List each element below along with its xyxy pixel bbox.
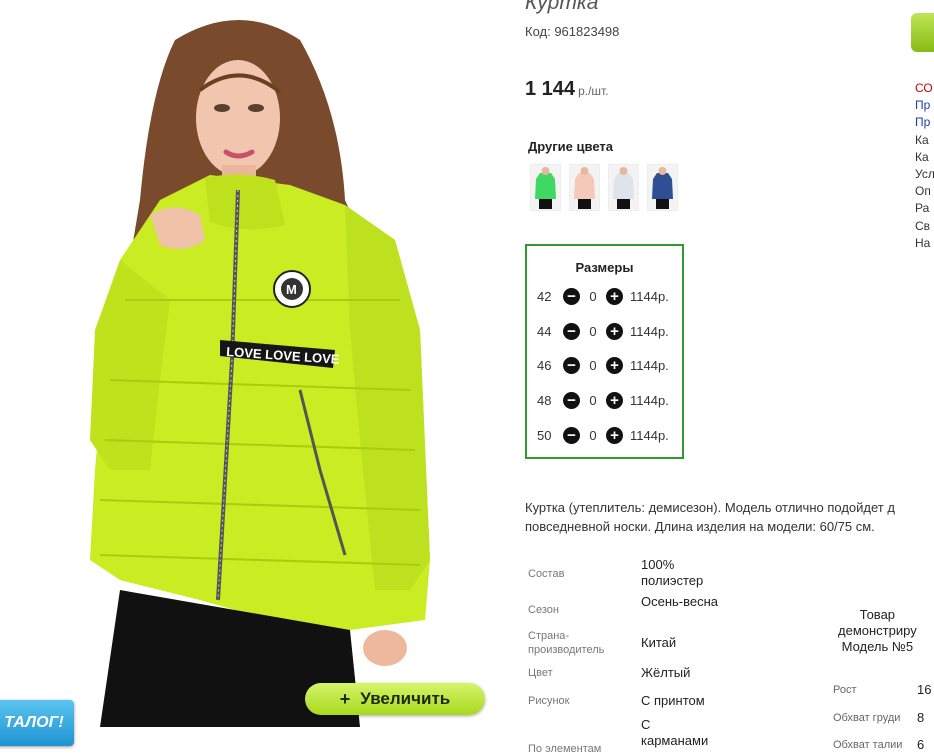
swatch-green[interactable] <box>530 164 561 211</box>
property-value: С принтом <box>641 693 705 708</box>
jacket-model-image: LOVE LOVE LOVE M <box>0 0 497 727</box>
property-label: Цвет <box>528 667 553 679</box>
plus-icon[interactable]: + <box>606 287 623 305</box>
property-value: С карманами <box>641 717 709 748</box>
price-unit: р./шт. <box>578 84 609 98</box>
product-code: Код: 961823498 <box>525 24 620 39</box>
size-row: 46 − 0 + 1144р. <box>537 355 669 375</box>
right-item: Ра <box>915 201 930 216</box>
size-price: 1144р. <box>630 323 669 339</box>
property-value: Осень-весна <box>641 594 719 609</box>
size-row: 44 − 0 + 1144р. <box>537 321 669 341</box>
property-label: Состав <box>528 568 565 580</box>
catalog-tab-label: ТАЛОГ! <box>4 714 64 731</box>
minus-icon[interactable]: − <box>563 356 580 374</box>
size-label: 46 <box>537 357 552 373</box>
minus-icon[interactable]: − <box>563 426 580 444</box>
sizes-panel: Размеры 42 − 0 + 1144р. 44 − 0 + 1144р. … <box>525 244 684 459</box>
swatch-white[interactable] <box>608 164 639 211</box>
minus-icon[interactable]: − <box>563 287 580 305</box>
size-label: 44 <box>537 323 552 339</box>
measurement-label: Обхват груди <box>833 712 901 724</box>
size-row: 50 − 0 + 1144р. <box>537 425 669 445</box>
model-info-line: Модель №5 <box>841 639 914 654</box>
right-info-column: СО Пр Пр Ка Ка Усл Оп Ра Св На <box>915 80 934 252</box>
add-to-cart-button[interactable] <box>911 13 934 52</box>
right-item: Оп <box>915 184 931 199</box>
catalog-tab[interactable]: ТАЛОГ! <box>0 700 74 746</box>
sizes-title: Размеры <box>575 260 634 275</box>
right-item: СО <box>915 81 933 95</box>
size-quantity: 0 <box>589 392 597 408</box>
right-item: Ка <box>915 149 929 164</box>
size-label: 42 <box>537 288 552 304</box>
right-item: Усл <box>915 167 934 182</box>
description-line: Куртка (утеплитель: демисезон). Модель о… <box>525 500 895 515</box>
minus-icon[interactable]: − <box>563 391 580 409</box>
product-photo[interactable]: LOVE LOVE LOVE M + Увеличить <box>0 0 497 727</box>
right-item: На <box>915 235 931 250</box>
size-label: 48 <box>537 392 552 408</box>
right-link[interactable]: Пр <box>915 97 934 114</box>
right-item: Св <box>915 218 931 233</box>
size-row: 42 − 0 + 1144р. <box>537 286 669 306</box>
size-price: 1144р. <box>630 288 669 304</box>
property-value: Китай <box>641 635 677 650</box>
product-price: 1 144 р./шт. <box>525 78 609 101</box>
model-info-line: демонстриру <box>838 623 917 638</box>
property-label: Рисунок <box>528 695 570 707</box>
plus-icon[interactable]: + <box>606 391 623 409</box>
size-price: 1144р. <box>630 357 669 373</box>
description-line: повседневной носки. Длина изделия на мод… <box>525 519 875 534</box>
other-colors-title: Другие цвета <box>528 139 613 154</box>
size-quantity: 0 <box>589 357 597 373</box>
plus-icon[interactable]: + <box>606 356 623 374</box>
model-info: Товар демонстриру Модель №5 <box>838 607 917 655</box>
zoom-label: Увеличить <box>360 689 451 708</box>
measurement-label: Рост <box>833 684 857 696</box>
size-quantity: 0 <box>589 288 597 304</box>
property-label: Страна-производитель <box>528 630 605 656</box>
swatch-peach[interactable] <box>569 164 600 211</box>
plus-icon[interactable]: + <box>606 322 623 340</box>
minus-icon[interactable]: − <box>563 322 580 340</box>
size-label: 50 <box>537 427 552 443</box>
measurement-value: 8 <box>917 710 925 725</box>
size-quantity: 0 <box>589 427 597 443</box>
svg-text:M: M <box>286 282 297 297</box>
property-value: 100% полиэстер <box>641 557 704 588</box>
size-quantity: 0 <box>589 323 597 339</box>
measurement-value: 6 <box>917 737 925 752</box>
product-title: Куртка <box>525 0 599 14</box>
product-description: Куртка (утеплитель: демисезон). Модель о… <box>525 498 934 536</box>
size-row: 48 − 0 + 1144р. <box>537 390 669 410</box>
price-value: 1 144 <box>525 78 576 100</box>
color-swatches <box>530 164 678 211</box>
plus-icon[interactable]: + <box>606 426 623 444</box>
right-item: Ка <box>915 132 929 147</box>
measurement-label: Обхват талии <box>833 739 903 751</box>
swatch-blue[interactable] <box>647 164 678 211</box>
measurement-value: 16 <box>917 682 932 697</box>
zoom-button[interactable]: + Увеличить <box>305 683 485 715</box>
property-label: Сезон <box>528 604 559 616</box>
model-info-line: Товар <box>859 607 896 622</box>
property-value: Жёлтый <box>641 665 691 680</box>
size-price: 1144р. <box>630 427 669 443</box>
right-link[interactable]: Пр <box>915 114 934 131</box>
property-label: По элементам <box>528 743 602 755</box>
size-price: 1144р. <box>630 392 669 408</box>
plus-icon: + <box>339 688 351 709</box>
